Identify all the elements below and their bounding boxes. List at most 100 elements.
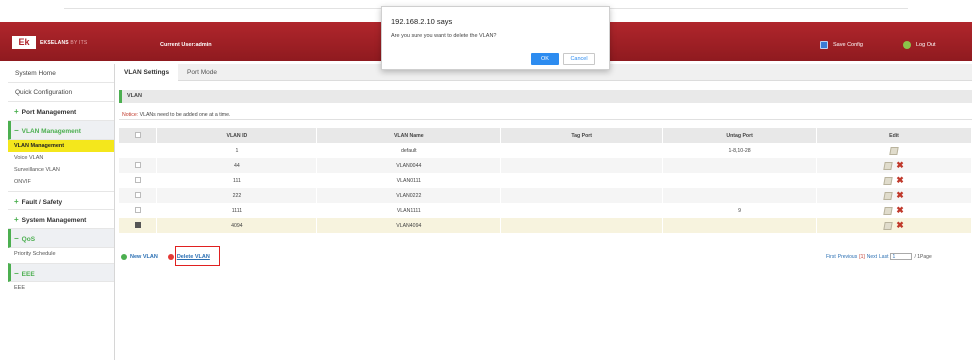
pager-total: / 1Page <box>914 253 932 260</box>
edit-cell: ✖ <box>816 218 972 233</box>
tag-port-cell <box>500 173 664 188</box>
untag-port-cell <box>662 218 818 233</box>
vlan-id-cell: 1 <box>156 143 318 158</box>
untag-port-cell: 9 <box>662 203 818 218</box>
sidebar-group-label: Port Management <box>21 109 77 116</box>
table-row[interactable]: 111 VLAN0111 ✖ <box>119 173 972 188</box>
pager-previous[interactable]: Previous <box>838 254 857 260</box>
notice-label: Notice: <box>122 112 139 118</box>
section-title: VLAN <box>119 90 972 103</box>
row-checkbox[interactable] <box>134 207 141 214</box>
power-icon <box>903 41 911 49</box>
vlan-name-cell: default <box>316 143 502 158</box>
tag-port-cell <box>500 143 664 158</box>
cancel-button[interactable]: Cancel <box>563 53 595 65</box>
sidebar-group-label: VLAN Management <box>21 128 81 135</box>
sidebar-item-priority-schedule[interactable]: Priority Schedule <box>8 248 114 260</box>
sidebar-group-vlan-management[interactable]: − VLAN Management <box>8 121 114 140</box>
edit-icon[interactable] <box>883 191 893 200</box>
collapse-icon: − <box>14 234 19 243</box>
table-row[interactable]: 1 default 1-8,10-28 <box>119 143 972 158</box>
current-user: Current User:admin <box>160 42 212 48</box>
edit-cell <box>816 143 972 158</box>
row-checkbox[interactable] <box>134 177 141 184</box>
new-vlan-label: New VLAN <box>130 253 158 260</box>
edit-icon[interactable] <box>883 176 893 185</box>
sidebar-item-quick-configuration[interactable]: Quick Configuration <box>8 83 114 102</box>
row-checkbox[interactable] <box>134 222 141 229</box>
row-select-cell[interactable] <box>119 218 158 233</box>
sidebar-group-fault-safety[interactable]: + Fault / Safety <box>8 191 114 210</box>
pager-last[interactable]: Last <box>879 254 888 260</box>
tag-port-cell <box>500 188 664 203</box>
page-input[interactable]: 1 <box>890 253 913 260</box>
delete-icon[interactable]: ✖ <box>896 190 904 200</box>
sidebar-item-surveillance-vlan[interactable]: Surveillance VLAN <box>8 164 114 176</box>
row-checkbox[interactable] <box>134 192 141 199</box>
sidebar-group-system-management[interactable]: + System Management <box>8 210 114 229</box>
save-config-button[interactable]: Save Config <box>820 41 863 49</box>
row-select-cell[interactable] <box>119 143 158 158</box>
table-row[interactable]: 1111 VLAN1111 9 ✖ <box>119 203 972 218</box>
tab-port-mode[interactable]: Port Mode <box>178 64 226 81</box>
delete-icon[interactable]: ✖ <box>896 205 904 215</box>
header-select-all[interactable] <box>119 128 158 143</box>
tag-port-cell <box>500 218 664 233</box>
ok-button[interactable]: OK <box>531 53 559 65</box>
new-vlan-button[interactable]: New VLAN <box>121 253 158 260</box>
header-untag-port: Untag Port <box>662 128 818 143</box>
table-row[interactable]: 44 VLAN0044 ✖ <box>119 158 972 173</box>
sidebar-group-label: Fault / Safety <box>21 199 63 206</box>
row-checkbox[interactable] <box>134 162 141 169</box>
edit-icon[interactable] <box>883 206 893 215</box>
log-out-button[interactable]: Log Out <box>903 41 936 49</box>
edit-cell: ✖ <box>816 188 972 203</box>
sidebar-item-eee[interactable]: EEE <box>8 282 114 294</box>
table-row[interactable]: 4094 VLAN4094 ✖ <box>119 218 972 233</box>
table-header-row: VLAN ID VLAN Name Tag Port Untag Port Ed… <box>119 128 972 143</box>
edit-icon[interactable] <box>883 221 893 230</box>
sidebar-item-onvif[interactable]: ONVIF <box>8 176 114 188</box>
add-icon <box>121 253 127 260</box>
delete-icon[interactable]: ✖ <box>896 160 904 170</box>
untag-port-cell <box>662 173 818 188</box>
pager-next[interactable]: Next <box>867 254 877 260</box>
row-select-cell[interactable] <box>119 203 158 218</box>
sidebar-item-system-home[interactable]: System Home <box>8 64 114 83</box>
vlan-name-cell: VLAN0222 <box>316 188 502 203</box>
vlan-name-cell: VLAN0044 <box>316 158 502 173</box>
logo: Ek EKSELANS BY ITS <box>12 36 87 49</box>
pager-current: [1] <box>859 253 865 260</box>
sidebar-group-eee[interactable]: − EEE <box>8 263 114 282</box>
delete-icon[interactable]: ✖ <box>896 220 904 230</box>
delete-icon[interactable]: ✖ <box>896 175 904 185</box>
notice: Notice: VLANs need to be added one at a … <box>119 110 972 120</box>
edit-icon[interactable] <box>889 146 899 155</box>
untag-port-cell <box>662 158 818 173</box>
dialog-title: 192.168.2.10 says <box>391 17 453 26</box>
vlan-id-cell: 111 <box>156 173 318 188</box>
vlan-name-cell: VLAN0111 <box>316 173 502 188</box>
sidebar-item-vlan-management[interactable]: VLAN Management <box>8 140 114 152</box>
tab-vlan-settings[interactable]: VLAN Settings <box>115 64 179 81</box>
row-select-cell[interactable] <box>119 188 158 203</box>
remove-icon <box>167 253 174 260</box>
collapse-icon: − <box>14 126 19 135</box>
vlan-id-cell: 4094 <box>156 218 318 233</box>
sidebar-group-label: System Management <box>21 217 87 224</box>
edit-cell: ✖ <box>816 173 972 188</box>
select-all-checkbox[interactable] <box>134 132 141 139</box>
sidebar-group-qos[interactable]: − QoS <box>8 229 114 248</box>
sidebar-item-voice-vlan[interactable]: Voice VLAN <box>8 152 114 164</box>
table-row[interactable]: 222 VLAN0222 ✖ <box>119 188 972 203</box>
row-select-cell[interactable] <box>119 158 158 173</box>
sidebar-group-port-management[interactable]: + Port Management <box>8 102 114 121</box>
collapse-icon: − <box>14 269 19 278</box>
log-out-label: Log Out <box>916 42 936 48</box>
pager-first[interactable]: First <box>826 254 836 260</box>
edit-icon[interactable] <box>883 161 893 170</box>
tag-port-cell <box>500 203 664 218</box>
row-select-cell[interactable] <box>119 173 158 188</box>
brand-name: EKSELANS BY ITS <box>40 40 87 46</box>
vlan-id-cell: 44 <box>156 158 318 173</box>
